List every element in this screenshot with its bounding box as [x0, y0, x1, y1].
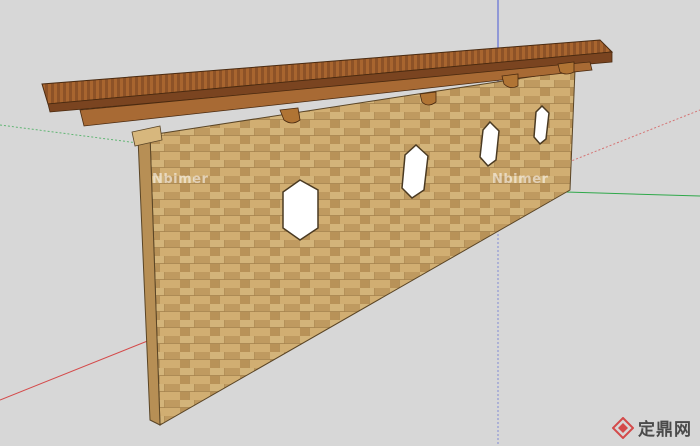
model-viewport[interactable]: Nbimer Nbimer 定鼎网 — [0, 0, 700, 446]
logo-diamond-icon — [612, 416, 634, 439]
3d-scene[interactable] — [0, 0, 700, 446]
hex-window-4[interactable] — [533, 104, 550, 146]
roof-bracket-4[interactable] — [557, 61, 575, 75]
logo-text: 定鼎网 — [638, 420, 692, 440]
watermark-left: Nbimer — [152, 172, 209, 187]
red-axis-line — [0, 339, 151, 401]
hex-window-1[interactable] — [282, 179, 319, 241]
stone-wall-front[interactable] — [149, 69, 576, 426]
watermark-right: Nbimer — [492, 172, 549, 187]
site-logo: 定鼎网 — [612, 415, 692, 440]
